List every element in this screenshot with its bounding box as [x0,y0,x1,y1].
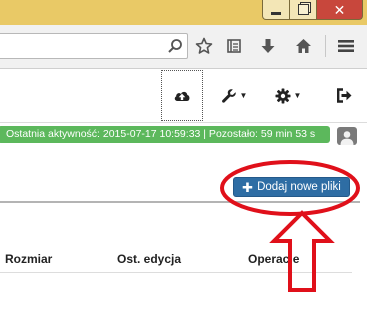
tools-dropdown[interactable]: ▼ [212,69,256,122]
panel-divider [0,201,360,203]
column-header-operations: Operacje [248,252,300,266]
cloud-upload-icon [174,91,190,101]
restore-icon [297,4,309,15]
user-avatar[interactable] [337,127,357,145]
settings-dropdown[interactable]: ▼ [266,69,310,122]
plus-icon: ✚ [242,179,254,195]
star-icon[interactable] [191,33,217,59]
app-navbar: ▼ ▼ [0,69,367,123]
column-header-size[interactable]: Rozmiar [5,252,52,266]
add-files-label: Dodaj nowe pliki [257,181,341,193]
gear-icon [275,88,291,103]
add-files-button[interactable]: ✚ Dodaj nowe pliki [233,177,350,197]
close-window-button[interactable]: ✕ [316,0,363,20]
maximize-button[interactable] [289,0,317,20]
home-icon[interactable] [290,33,316,59]
wrench-icon [221,88,236,103]
download-icon[interactable] [255,33,281,59]
upload-nav-button[interactable] [160,69,204,122]
logout-button[interactable] [326,69,362,122]
column-header-last-edit[interactable]: Ost. edycja [117,252,181,266]
menu-icon[interactable] [333,33,359,59]
table-header-divider [0,272,352,273]
browser-toolbar [0,25,367,69]
toolbar-separator [325,35,326,57]
chevron-down-icon: ▼ [239,91,248,100]
chevron-down-icon: ▼ [293,91,302,100]
user-icon [340,131,354,145]
session-status-badge: Ostatnia aktywność: 2015-07-17 10:59:33 … [0,126,330,143]
reading-list-icon[interactable] [221,33,247,59]
search-icon[interactable] [162,33,188,59]
address-bar[interactable] [0,33,188,59]
close-icon: ✕ [333,1,346,18]
minimize-button[interactable] [262,0,290,20]
minimize-icon [271,12,281,15]
window-titlebar: ✕ [0,0,367,25]
logout-icon [337,88,352,103]
